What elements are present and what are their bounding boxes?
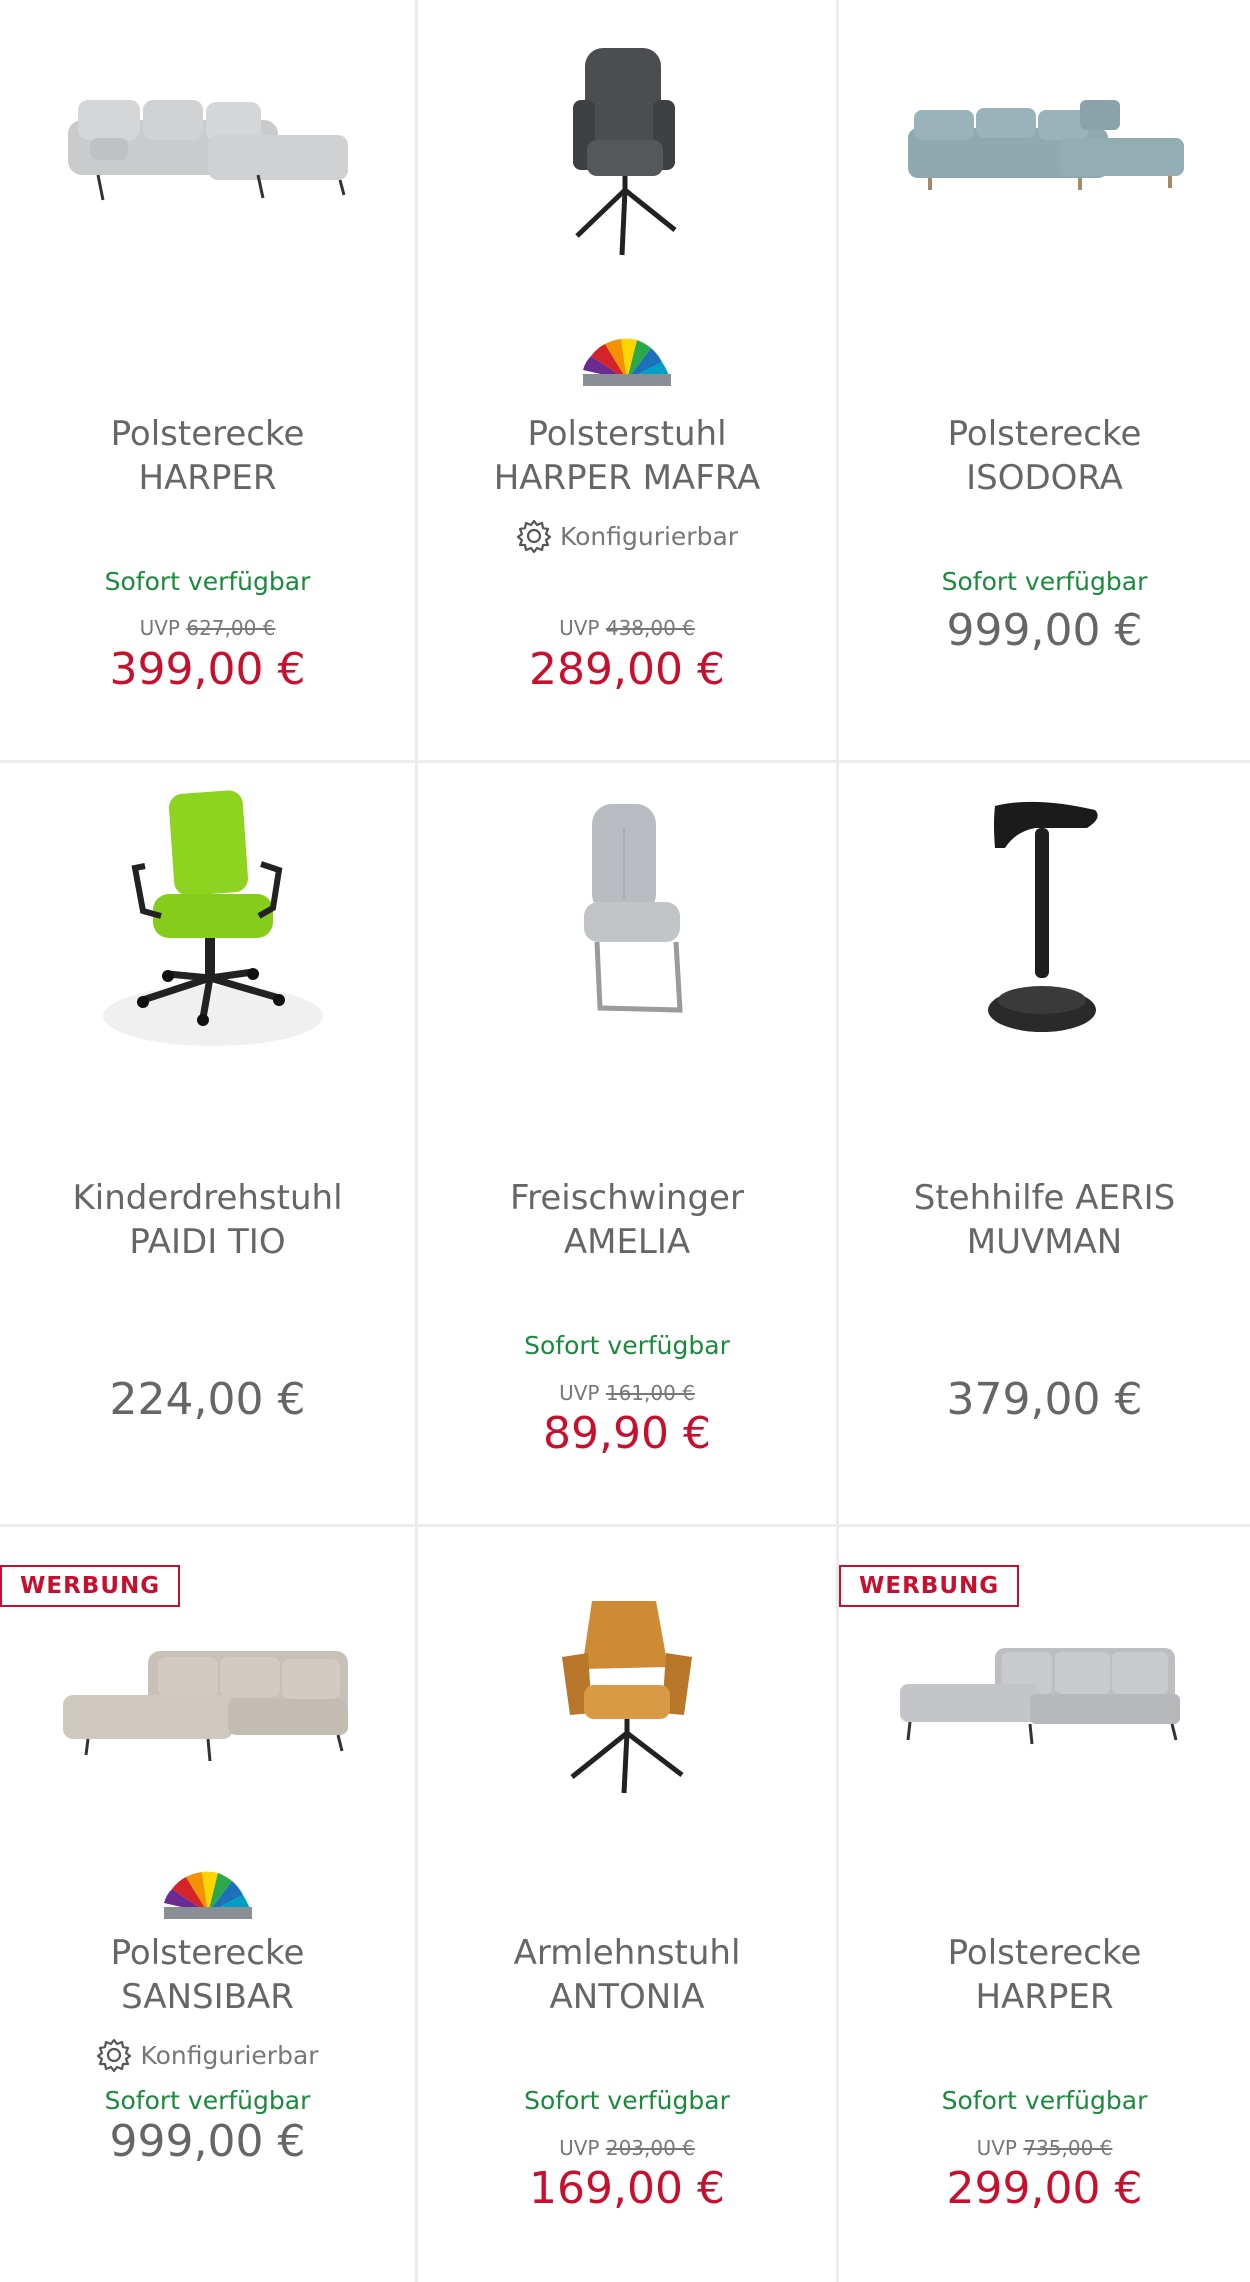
title-line-1: Polsterecke (947, 414, 1142, 454)
uvp-label: UVP (559, 1381, 600, 1405)
product-title[interactable]: Polsterstuhl HARPER MAFRA (428, 412, 826, 500)
title-line-1: Freischwinger (510, 1178, 744, 1218)
product-title[interactable]: Polsterecke ISODORA (849, 412, 1240, 500)
gear-icon (516, 519, 552, 554)
uvp-price: UVP 627,00 € (0, 616, 415, 640)
title-line-2: SANSIBAR (121, 1977, 294, 2017)
title-line-2: PAIDI TIO (129, 1222, 286, 1262)
product-card[interactable]: Kinderdrehstuhl PAIDI TIO 224,00 € (0, 763, 418, 1527)
configurable-text: Konfigurierbar (559, 521, 739, 551)
title-line-2: MUVMAN (966, 1222, 1123, 1262)
grey-cantilever-chair-image (584, 804, 683, 1013)
beige-corner-sofa-image (62, 1651, 348, 1762)
title-line-1: Armlehnstuhl (513, 1933, 741, 1973)
configurable-label: Konfigurierbar (0, 2037, 415, 2073)
sale-price: 169,00 € (529, 2163, 725, 2214)
product-title[interactable]: Polsterecke SANSIBAR (10, 1931, 405, 2019)
grey-corner-sofa-image (67, 100, 348, 201)
product-title[interactable]: Stehhilfe AERIS MUVMAN (849, 1176, 1240, 1264)
product-image[interactable] (418, 1567, 836, 1827)
product-card[interactable]: Stehhilfe AERIS MUVMAN 379,00 € (839, 763, 1250, 1527)
title-line-2: HARPER MAFRA (493, 458, 761, 498)
product-image[interactable] (418, 0, 836, 300)
product-card[interactable]: Polsterecke ISODORA Sofort verfügbar 999… (839, 0, 1250, 763)
product-image[interactable] (0, 763, 415, 1068)
price: 224,00 € (109, 1374, 306, 1425)
sale-price: 399,00 € (109, 644, 306, 695)
title-line-1: Polsterstuhl (527, 414, 727, 454)
configurable-text: Konfigurierbar (140, 2040, 319, 2070)
product-card[interactable]: WERBUNG Polsterecke SANSIBAR Konfigurier… (0, 1527, 418, 2282)
product-card[interactable]: Polsterstuhl HARPER MAFRA Konfigurierbar… (418, 0, 839, 763)
title-line-1: Kinderdrehstuhl (72, 1178, 343, 1218)
product-image[interactable] (418, 763, 836, 1063)
product-card[interactable]: WERBUNG Polsterecke HARPER Sofort verfüg… (839, 1527, 1250, 2282)
stock-status: Sofort verfügbar (941, 2086, 1148, 2115)
light-blue-corner-sofa-image (907, 100, 1184, 190)
uvp-label: UVP (559, 616, 600, 640)
sale-price: 299,00 € (946, 2163, 1143, 2214)
uvp-price: UVP 438,00 € (418, 616, 836, 640)
uvp-old-price: 438,00 € (605, 616, 695, 640)
title-line-2: ANTONIA (549, 1977, 705, 2017)
orange-armchair-image (562, 1601, 692, 1794)
uvp-old-price: 203,00 € (605, 2136, 695, 2160)
price: 999,00 € (946, 605, 1143, 656)
stock-status: Sofort verfügbar (524, 1331, 730, 1360)
color-fan-icon (163, 1871, 252, 1919)
price: 999,00 € (109, 2116, 306, 2167)
uvp-price: UVP 161,00 € (418, 1381, 836, 1405)
stock-status: Sofort verfügbar (941, 567, 1148, 596)
uvp-old-price: 627,00 € (186, 616, 276, 640)
product-card[interactable]: Polsterecke HARPER Sofort verfügbar UVP … (0, 0, 418, 763)
title-line-2: ISODORA (966, 458, 1123, 498)
title-line-2: AMELIA (563, 1222, 691, 1262)
product-image[interactable] (0, 0, 415, 300)
uvp-price: UVP 203,00 € (418, 2136, 836, 2160)
title-line-1: Polsterecke (947, 1933, 1142, 1973)
product-image[interactable] (0, 1567, 415, 1837)
uvp-label: UVP (559, 2136, 600, 2160)
title-line-1: Polsterecke (110, 1933, 305, 1973)
uvp-label: UVP (976, 2136, 1017, 2160)
title-line-1: Stehhilfe AERIS (913, 1178, 1176, 1218)
product-image[interactable] (839, 763, 1250, 1063)
stock-status: Sofort verfügbar (524, 2086, 730, 2115)
dark-grey-swivel-chair-image (573, 48, 677, 256)
stock-status: Sofort verfügbar (104, 2086, 311, 2115)
product-title[interactable]: Polsterecke HARPER (849, 1931, 1240, 2019)
product-image[interactable] (839, 0, 1250, 300)
product-grid: Polsterecke HARPER Sofort verfügbar UVP … (0, 0, 1250, 2282)
product-card[interactable]: Armlehnstuhl ANTONIA Sofort verfügbar UV… (418, 1527, 839, 2282)
product-title[interactable]: Kinderdrehstuhl PAIDI TIO (10, 1176, 405, 1264)
price: 379,00 € (946, 1374, 1143, 1425)
ad-badge: WERBUNG (839, 1565, 1020, 1607)
product-title[interactable]: Freischwinger AMELIA (428, 1176, 826, 1264)
black-standing-stool-image (987, 801, 1098, 1032)
color-fan-icon (583, 338, 671, 386)
green-office-chair-image (102, 789, 323, 1046)
light-grey-corner-sofa-image (899, 1648, 1180, 1745)
gear-icon (97, 2038, 132, 2073)
product-card[interactable]: Freischwinger AMELIA Sofort verfügbar UV… (418, 763, 839, 1527)
uvp-price: UVP 735,00 € (839, 2136, 1250, 2160)
title-line-2: HARPER (138, 458, 277, 498)
uvp-label: UVP (139, 616, 180, 640)
product-title[interactable]: Armlehnstuhl ANTONIA (428, 1931, 826, 2019)
uvp-old-price: 161,00 € (605, 1381, 695, 1405)
ad-badge: WERBUNG (0, 1565, 181, 1607)
title-line-2: HARPER (975, 1977, 1114, 2017)
configurable-label: Konfigurierbar (418, 518, 836, 554)
title-line-1: Polsterecke (110, 414, 305, 454)
sale-price: 289,00 € (529, 644, 725, 695)
stock-status: Sofort verfügbar (104, 567, 311, 596)
uvp-old-price: 735,00 € (1023, 2136, 1113, 2160)
product-title[interactable]: Polsterecke HARPER (10, 412, 405, 500)
sale-price: 89,90 € (543, 1408, 711, 1459)
